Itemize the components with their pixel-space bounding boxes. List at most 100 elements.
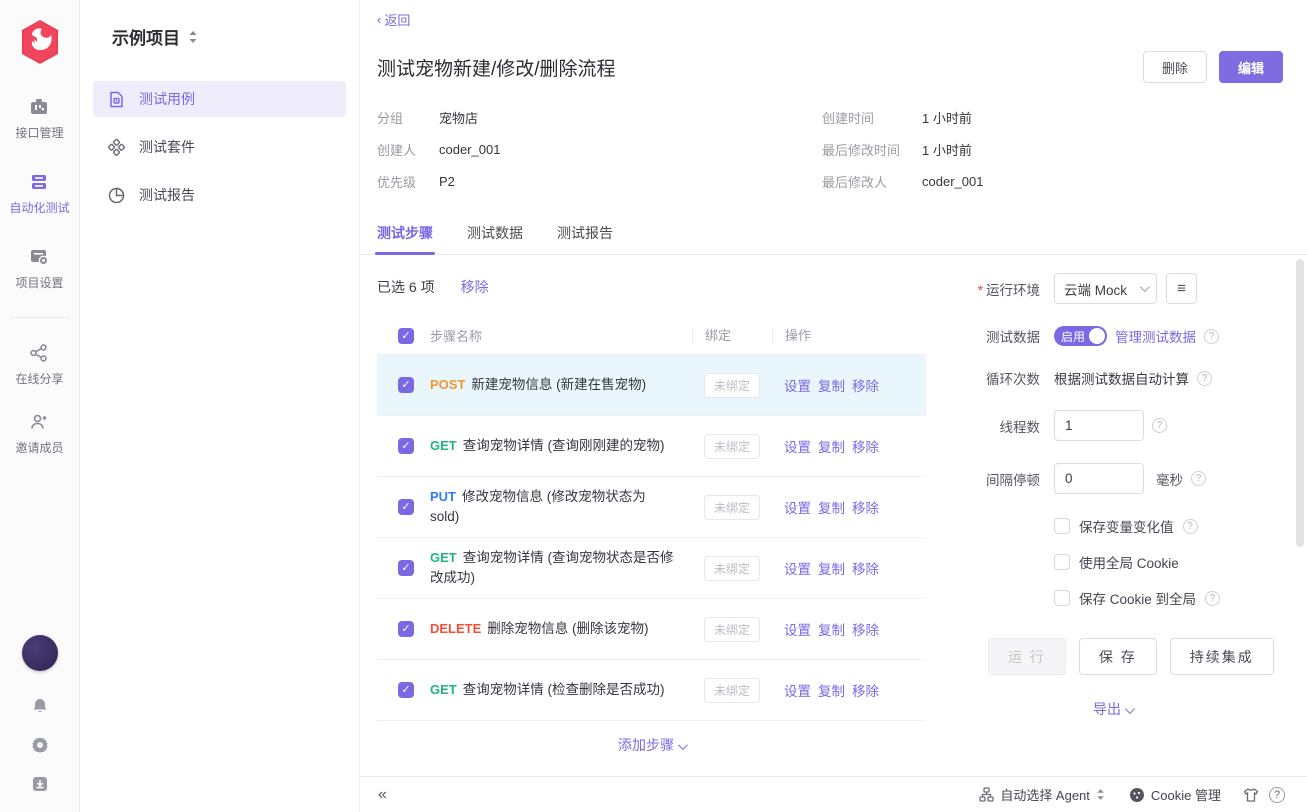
thread-count-input[interactable] (1054, 410, 1144, 441)
tab-test-data[interactable]: 测试数据 (467, 223, 523, 254)
rail-item-online-share[interactable]: 在线分享 (15, 342, 63, 387)
add-step-link[interactable]: 添加步骤 (618, 737, 685, 753)
binding-badge: 未绑定 (704, 434, 760, 459)
pause-input[interactable] (1054, 463, 1144, 494)
copy-link[interactable]: 复制 (818, 497, 845, 517)
help-icon[interactable]: ? (1204, 329, 1219, 344)
help-icon[interactable]: ? (1183, 519, 1198, 534)
rail-item-label: 邀请成员 (15, 439, 63, 456)
environment-manage-button[interactable]: ≡ (1166, 273, 1197, 304)
save-cookie-to-global-option[interactable]: 保存 Cookie 到全局 ? (1054, 588, 1283, 608)
help-icon[interactable]: ? (1205, 591, 1220, 606)
use-global-cookie-option[interactable]: 使用全局 Cookie (1054, 552, 1283, 572)
set-link[interactable]: 设置 (784, 619, 811, 639)
save-variable-changes-option[interactable]: 保存变量变化值 ? (1054, 516, 1283, 536)
row-checkbox[interactable]: ✓ (398, 682, 414, 698)
continuous-integration-button[interactable]: 持续集成 (1170, 638, 1274, 675)
chevron-down-icon (1140, 282, 1150, 292)
row-checkbox[interactable]: ✓ (398, 377, 414, 393)
copy-link[interactable]: 复制 (818, 680, 845, 700)
set-link[interactable]: 设置 (784, 558, 811, 578)
save-button[interactable]: 保 存 (1079, 638, 1157, 675)
collapse-sidebar-button[interactable]: « (378, 786, 387, 804)
copy-link[interactable]: 复制 (818, 619, 845, 639)
remove-link[interactable]: 移除 (852, 558, 879, 578)
cookie-manager[interactable]: Cookie 管理 (1129, 785, 1221, 804)
tab-test-report[interactable]: 测试报告 (557, 223, 613, 254)
set-link[interactable]: 设置 (784, 375, 811, 395)
step-row[interactable]: ✓ DELETE删除宠物信息 (删除该宠物) 未绑定 设置 复制 移除 (377, 599, 926, 660)
step-row[interactable]: ✓ GET查询宠物详情 (查询刚刚建的宠物) 未绑定 设置 复制 移除 (377, 416, 926, 477)
sidebar-item-test-suites[interactable]: 测试套件 (93, 129, 346, 165)
app-logo[interactable] (16, 18, 64, 66)
step-row[interactable]: ✓ GET查询宠物详情 (检查删除是否成功) 未绑定 设置 复制 移除 (377, 660, 926, 721)
help-icon[interactable]: ? (1191, 471, 1206, 486)
checkbox[interactable] (1054, 518, 1070, 534)
help-icon[interactable]: ? (1197, 371, 1212, 386)
run-button[interactable]: 运 行 (988, 638, 1066, 675)
set-link[interactable]: 设置 (784, 497, 811, 517)
meta-value: 1 小时前 (922, 108, 972, 127)
help-button[interactable]: ? (1269, 787, 1285, 803)
rail-item-api-management[interactable]: 接口管理 (15, 96, 63, 141)
agent-selector[interactable]: 自动选择 Agent (979, 785, 1105, 804)
remove-link[interactable]: 移除 (852, 680, 879, 700)
checkbox[interactable] (1054, 554, 1070, 570)
vertical-scrollbar[interactable] (1296, 259, 1304, 547)
edit-button[interactable]: 编辑 (1219, 51, 1283, 83)
copy-link[interactable]: 复制 (818, 558, 845, 578)
export-link[interactable]: 导出 (1093, 701, 1132, 717)
test-data-toggle[interactable]: 启用 (1054, 326, 1107, 346)
settings-button[interactable] (31, 736, 49, 759)
chevron-down-icon (678, 740, 688, 750)
manage-test-data-link[interactable]: 管理测试数据 (1115, 326, 1196, 346)
agent-label: 自动选择 Agent (1000, 785, 1090, 804)
meta-modified-at: 最后修改时间 1 小时前 (822, 133, 1283, 165)
rail-item-project-settings[interactable]: 项目设置 (15, 246, 63, 291)
download-client-button[interactable] (31, 775, 49, 798)
notifications-button[interactable] (31, 697, 49, 720)
case-meta: 分组 宠物店 创建人 coder_001 优先级 P2 创建时间 1 小时前 (377, 101, 1283, 197)
environment-select[interactable]: 云端 Mock (1054, 273, 1157, 304)
set-link[interactable]: 设置 (784, 436, 811, 456)
meta-priority: 优先级 P2 (377, 165, 822, 197)
project-sidebar: 示例项目 测试用例 测试套件 (80, 0, 360, 812)
back-link[interactable]: ‹ 返回 (377, 10, 410, 29)
sidebar-item-test-cases[interactable]: 测试用例 (93, 81, 346, 117)
copy-link[interactable]: 复制 (818, 375, 845, 395)
sidebar-item-label: 测试报告 (139, 185, 195, 205)
delete-button[interactable]: 删除 (1143, 51, 1207, 83)
toggle-knob (1089, 328, 1105, 344)
avatar[interactable] (22, 635, 58, 671)
tab-test-steps[interactable]: 测试步骤 (377, 223, 433, 254)
select-all-checkbox[interactable]: ✓ (398, 328, 414, 344)
bulk-remove-link[interactable]: 移除 (461, 277, 489, 297)
step-name: 查询宠物详情 (查询宠物状态是否修改成功) (430, 550, 673, 585)
remove-link[interactable]: 移除 (852, 619, 879, 639)
sidebar-item-test-reports[interactable]: 测试报告 (93, 177, 346, 213)
rail-item-automated-testing[interactable]: 自动化测试 (9, 171, 69, 216)
meta-label: 最后修改人 (822, 172, 922, 191)
remove-link[interactable]: 移除 (852, 436, 879, 456)
row-checkbox[interactable]: ✓ (398, 621, 414, 637)
step-name: 修改宠物信息 (修改宠物状态为 sold) (430, 489, 646, 524)
project-switcher[interactable]: 示例项目 (112, 24, 346, 49)
app-rail: 接口管理 自动化测试 项目设置 在线分享 (0, 0, 80, 812)
project-title: 示例项目 (112, 24, 180, 49)
step-row[interactable]: ✓ POST新建宠物信息 (新建在售宠物) 未绑定 设置 复制 移除 (377, 355, 926, 416)
set-link[interactable]: 设置 (784, 680, 811, 700)
step-name: 查询宠物详情 (查询刚刚建的宠物) (463, 438, 665, 453)
help-icon[interactable]: ? (1152, 418, 1167, 433)
remove-link[interactable]: 移除 (852, 497, 879, 517)
env-label: 运行环境 (986, 283, 1040, 298)
row-checkbox[interactable]: ✓ (398, 560, 414, 576)
checkbox[interactable] (1054, 590, 1070, 606)
copy-link[interactable]: 复制 (818, 436, 845, 456)
step-row[interactable]: ✓ GET查询宠物详情 (查询宠物状态是否修改成功) 未绑定 设置 复制 移除 (377, 538, 926, 599)
theme-button[interactable] (1243, 787, 1259, 803)
row-checkbox[interactable]: ✓ (398, 438, 414, 454)
remove-link[interactable]: 移除 (852, 375, 879, 395)
row-checkbox[interactable]: ✓ (398, 499, 414, 515)
rail-item-invite-members[interactable]: 邀请成员 (15, 411, 63, 456)
step-row[interactable]: ✓ PUT修改宠物信息 (修改宠物状态为 sold) 未绑定 设置 复制 移除 (377, 477, 926, 538)
